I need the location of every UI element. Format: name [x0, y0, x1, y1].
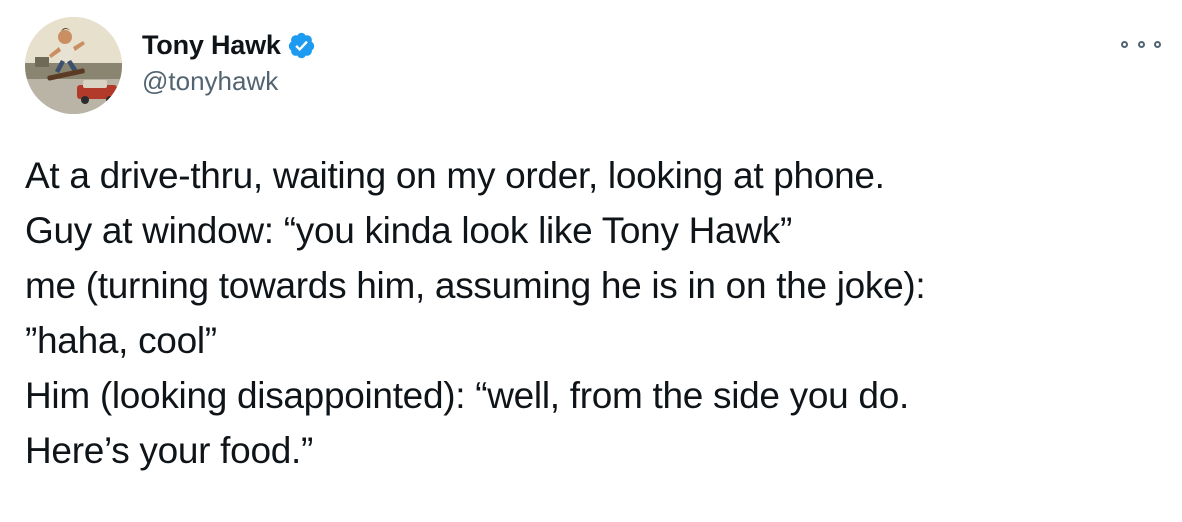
- tweet-text-line: Guy at window: “you kinda look like Tony…: [25, 210, 792, 251]
- more-dot: [1137, 40, 1145, 48]
- tweet-text: At a drive-thru, waiting on my order, lo…: [25, 148, 1155, 478]
- tweet-card: Tony Hawk @tonyhawk At a drive-thru, wai…: [0, 0, 1182, 522]
- author-avatar[interactable]: [25, 17, 122, 114]
- author-display-name[interactable]: Tony Hawk: [142, 30, 281, 61]
- tweet-text-line: Here’s your food.”: [25, 430, 313, 471]
- tweet-text-line: At a drive-thru, waiting on my order, lo…: [25, 155, 885, 196]
- more-options-icon[interactable]: [1121, 34, 1161, 54]
- more-dot: [1154, 40, 1161, 48]
- verified-badge-icon: [287, 31, 316, 60]
- author-handle[interactable]: @tonyhawk: [142, 66, 278, 97]
- more-dot: [1121, 40, 1128, 48]
- author-name-row[interactable]: Tony Hawk: [142, 28, 316, 62]
- tweet-text-line: me (turning towards him, assuming he is …: [25, 265, 926, 306]
- tweet-text-line: ”haha, cool”: [25, 320, 217, 361]
- tweet-text-line: Him (looking disappointed): “well, from …: [25, 375, 909, 416]
